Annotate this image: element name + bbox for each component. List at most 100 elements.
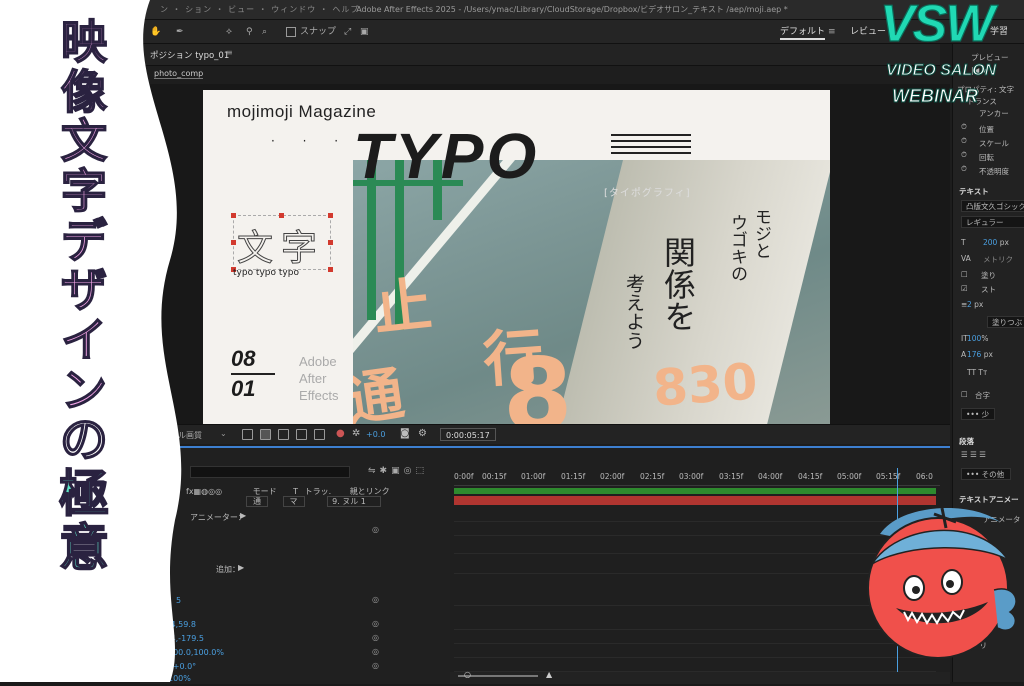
time-tick: 00:15f	[482, 472, 507, 481]
ae-line: Effects	[299, 387, 339, 403]
scale-property[interactable]: スケール	[979, 138, 1009, 149]
timeline-switch-icons[interactable]: ⇋✱▣◎⬚	[368, 466, 428, 476]
spiral-icon[interactable]: ◎	[372, 661, 379, 670]
align-buttons-icon[interactable]: ☰ ☰ ☰	[961, 450, 986, 459]
road-marking: 8	[503, 336, 573, 424]
fill-checkbox[interactable]: ☐	[961, 270, 968, 279]
baseline-field[interactable]: 176 px	[967, 350, 993, 359]
play-icon[interactable]: ▶	[238, 563, 244, 572]
snap-toggle[interactable]: スナップ	[286, 24, 336, 40]
workspace-tab-default[interactable]: デフォルト	[780, 24, 826, 40]
snap-option-icon[interactable]: ⤢	[344, 24, 351, 40]
stroke-width-value[interactable]: 2	[967, 300, 972, 309]
rotation-property[interactable]: 回転	[979, 152, 994, 163]
pin-alt-tool-icon[interactable]: ⚲	[246, 24, 253, 40]
puppet-tool-icon[interactable]: ⟡	[226, 24, 232, 40]
title-char: 文	[60, 114, 108, 169]
panel-menu-icon[interactable]: ≡	[226, 48, 233, 57]
vertical-scale-field[interactable]: 100%	[967, 334, 988, 343]
vertical-copy-line: 関係を	[659, 236, 697, 332]
parent-dropdown[interactable]: 9. ヌル 1	[327, 496, 381, 507]
col-parent[interactable]: 親とリンク	[350, 487, 390, 496]
ligature-checkbox[interactable]: ☐	[961, 390, 968, 399]
vertical-scale-value[interactable]: 100	[967, 334, 981, 343]
stroke-label[interactable]: スト	[981, 284, 996, 295]
snapshot-icon[interactable]: ⚙	[418, 428, 427, 439]
font-size-value[interactable]: 200	[983, 238, 997, 247]
spiral-icon[interactable]: ◎	[372, 525, 379, 534]
stroke-width-field[interactable]: 2 px	[967, 300, 983, 309]
ae-line: Adobe	[299, 354, 337, 369]
camera-icon[interactable]: ◙	[400, 428, 410, 439]
show-less-button[interactable]: ••• 少	[961, 408, 995, 420]
spiral-icon[interactable]: ◎	[372, 647, 379, 656]
transform-handle[interactable]	[231, 213, 236, 218]
time-tick: 01:00f	[521, 472, 546, 481]
title-dots: · · ·	[271, 134, 351, 148]
chevron-down-icon[interactable]: ⌄	[220, 429, 227, 438]
transform-handle[interactable]	[328, 213, 333, 218]
font-size-field[interactable]: 200 px	[983, 238, 1009, 247]
spiral-icon[interactable]: ◎	[372, 633, 379, 642]
time-ruler[interactable]: 0:00f 00:15f 01:00f 01:15f 02:00f 02:15f…	[454, 466, 940, 486]
snap-checkbox[interactable]	[286, 26, 296, 37]
play-icon[interactable]: ▶	[240, 511, 246, 520]
col-t[interactable]: T	[293, 487, 298, 496]
ae-label: Adobe After Effects	[299, 354, 339, 405]
baseline-unit: px	[983, 350, 993, 359]
stopwatch-icon[interactable]: ⏱	[961, 164, 967, 174]
mode-dropdown[interactable]: 通	[246, 496, 268, 507]
snap-grid-icon[interactable]: ▣	[360, 24, 369, 40]
title-char: の	[59, 412, 109, 469]
current-time-display[interactable]: 0:00:05:17	[440, 428, 496, 441]
composition-canvas[interactable]: 止 通 行 830 8 mojimoji Magazine · · · TYPO…	[203, 90, 830, 424]
baseline-value[interactable]: 176	[967, 350, 981, 359]
vertical-scale-unit: %	[981, 334, 989, 343]
layer-search-input[interactable]	[190, 466, 350, 478]
transform-handle[interactable]	[328, 240, 333, 245]
col-mode[interactable]: モード	[253, 487, 277, 496]
font-family-dropdown[interactable]: 凸版文久ゴシック	[961, 200, 1024, 212]
typo-headline[interactable]: TYPO	[353, 124, 539, 188]
fill-over-dropdown[interactable]: 塗りつぶ	[987, 316, 1024, 328]
exposure-icon[interactable]: ✲	[352, 428, 360, 439]
work-area-bar[interactable]	[454, 488, 936, 494]
street-photo: 止 通 行 830 8	[353, 160, 830, 424]
color-channels-icon[interactable]: ●	[336, 428, 345, 439]
workspace-menu-icon[interactable]: ≡	[828, 24, 836, 40]
col-track[interactable]: トラッ.	[305, 487, 332, 496]
time-tick: 02:15f	[640, 472, 665, 481]
transform-handle[interactable]	[279, 213, 284, 218]
region-icon[interactable]	[242, 429, 253, 440]
stopwatch-icon[interactable]: ⏱	[961, 150, 967, 160]
selected-text-layer[interactable]: 文字	[231, 213, 333, 275]
exposure-value[interactable]: +0.0	[366, 430, 385, 439]
stroke-checkbox[interactable]: ☑	[961, 284, 968, 293]
guides-icon[interactable]	[296, 429, 307, 440]
paragraph-more-button[interactable]: ••• その他	[961, 468, 1011, 480]
zoom-handle-icon[interactable]: ○	[464, 670, 471, 679]
date-month: 08	[231, 346, 256, 371]
title-char: 極	[58, 465, 110, 524]
spiral-icon[interactable]: ◎	[372, 595, 379, 604]
opacity-property[interactable]: 不透明度	[979, 166, 1009, 177]
matte-dropdown[interactable]: マ	[282, 496, 305, 507]
font-style-dropdown[interactable]: レギュラー	[961, 216, 1024, 228]
transform-handle[interactable]	[328, 267, 333, 272]
viewer-controls: フル画質 ⌄ ● ✲ +0.0 ◙ ⚙ 0:00:05:17	[140, 424, 950, 444]
stopwatch-icon[interactable]: ⏱	[961, 136, 967, 146]
time-tick: 0:00f	[454, 472, 474, 481]
road-marking: 止	[370, 270, 435, 344]
transparency-grid-icon[interactable]	[260, 429, 271, 440]
view-options-icon[interactable]	[314, 429, 325, 440]
spiral-icon[interactable]: ◎	[372, 619, 379, 628]
case-buttons[interactable]: TT Tт	[967, 368, 987, 377]
title-char: 像	[60, 64, 108, 119]
mountain-icon[interactable]: ▲	[546, 670, 552, 679]
mask-icon[interactable]	[278, 429, 289, 440]
tracking-field[interactable]: メトリク	[983, 254, 1013, 265]
brush-tool-icon[interactable]: ⌕	[262, 24, 267, 40]
transform-handle[interactable]	[231, 240, 236, 245]
logo-vsw: VSW	[879, 0, 995, 54]
fill-label[interactable]: 塗り	[981, 270, 996, 281]
